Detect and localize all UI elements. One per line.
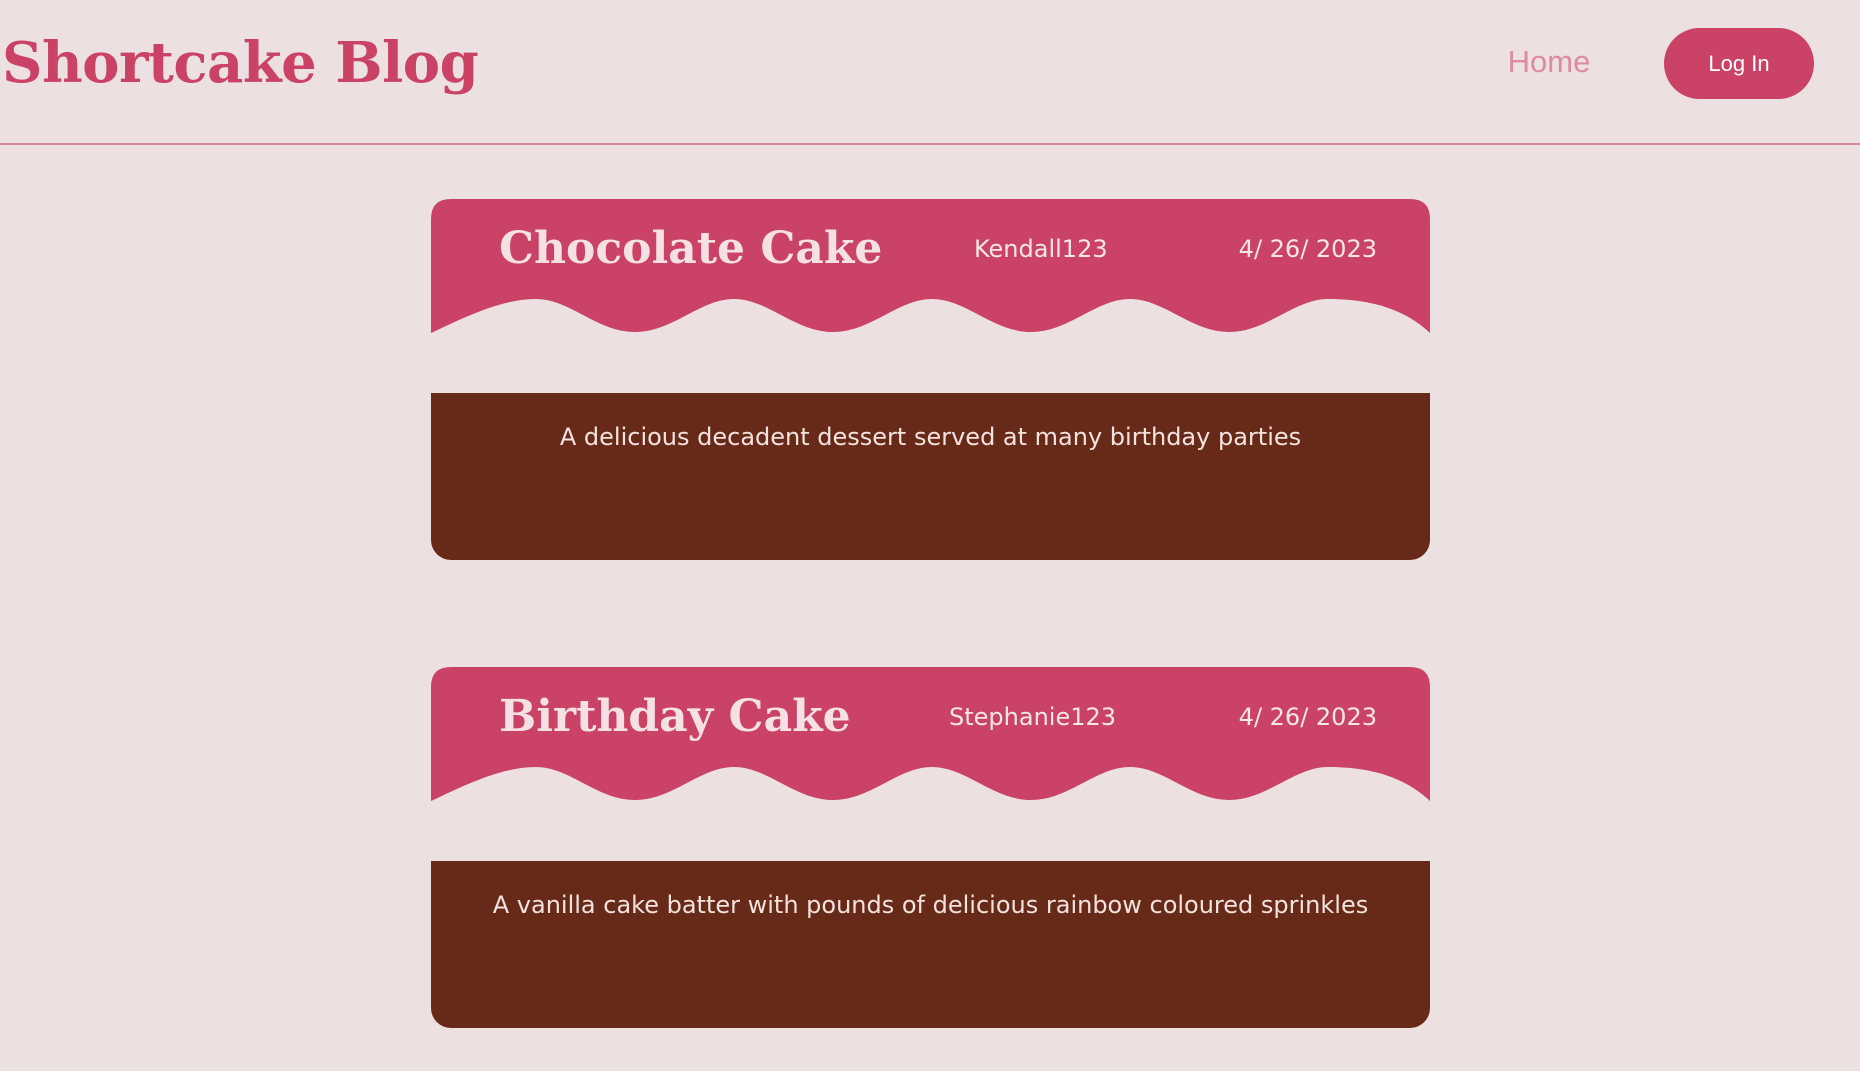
site-logo-title[interactable]: Shortcake Blog xyxy=(2,20,479,106)
nav-home-link[interactable]: Home xyxy=(1500,42,1598,82)
post-author[interactable]: Stephanie123 xyxy=(949,699,1116,735)
post-card-body: A delicious decadent dessert served at m… xyxy=(431,393,1430,560)
site-header: Shortcake Blog Home Log In xyxy=(0,0,1860,145)
post-card-header[interactable]: Birthday Cake Stephanie123 4/ 26/ 2023 xyxy=(431,667,1430,801)
login-button[interactable]: Log In xyxy=(1664,28,1814,99)
post-title[interactable]: Birthday Cake xyxy=(499,685,851,749)
post-title[interactable]: Chocolate Cake xyxy=(499,217,882,281)
post-date: 4/ 26/ 2023 xyxy=(1238,235,1377,263)
post-date: 4/ 26/ 2023 xyxy=(1238,703,1377,731)
post-description: A delicious decadent dessert served at m… xyxy=(559,423,1302,451)
post-card-header[interactable]: Chocolate Cake Kendall123 4/ 26/ 2023 xyxy=(431,199,1430,333)
post-card-body: A vanilla cake batter with pounds of del… xyxy=(431,861,1430,1028)
post-author[interactable]: Kendall123 xyxy=(974,231,1108,267)
post-description: A vanilla cake batter with pounds of del… xyxy=(492,891,1369,919)
